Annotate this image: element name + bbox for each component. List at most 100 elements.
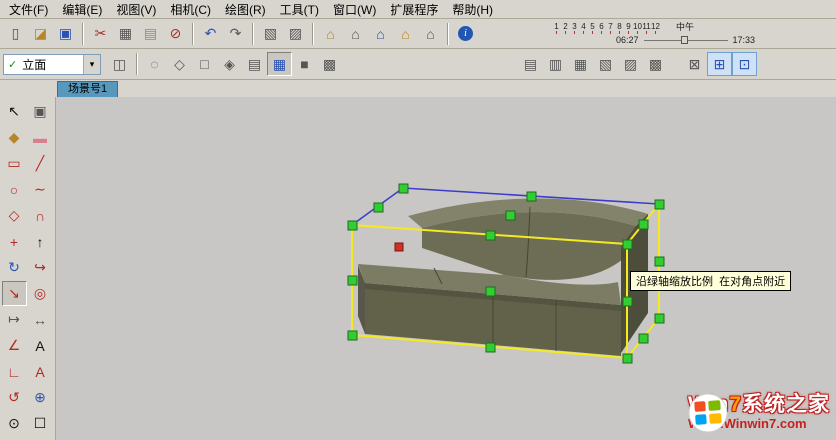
house-3-button[interactable]: ⌂ [368, 22, 393, 46]
scale-handle[interactable] [639, 334, 648, 343]
date-slider[interactable]: 1 2 3 4 5 6 7 8 9 10 11 12 中午 [552, 22, 794, 34]
style-monochrome-button[interactable]: ■ [292, 52, 317, 76]
house-4-button[interactable]: ⌂ [393, 22, 418, 46]
style-shaded-textures-button[interactable]: ▦ [267, 52, 292, 76]
view-2-button[interactable]: ⊞ [707, 52, 732, 76]
tool-circle[interactable]: ○ [2, 177, 27, 202]
menu-view[interactable]: 视图(V) [109, 0, 163, 20]
scale-handle[interactable] [655, 314, 664, 323]
tool-move[interactable]: + [2, 229, 27, 254]
model-box-2-button[interactable]: ▨ [283, 22, 308, 46]
house-2-button[interactable]: ⌂ [343, 22, 368, 46]
tool-scale[interactable]: ↘ [2, 281, 27, 306]
display-6-button[interactable]: ▩ [643, 52, 668, 76]
scale-handle[interactable] [348, 331, 357, 340]
tool-follow-me[interactable]: ↪ [28, 255, 53, 280]
cut-button[interactable]: ✂ [88, 22, 113, 46]
scale-handle[interactable] [348, 276, 357, 285]
sofa-model[interactable] [358, 198, 648, 356]
redo-button[interactable]: ↷ [223, 22, 248, 46]
tool-pan[interactable]: ⊕ [28, 385, 53, 410]
view-3-button[interactable]: ⊡ [732, 52, 757, 76]
freehand-icon: ∼ [34, 181, 46, 198]
toolbar-separator [136, 53, 138, 75]
new-button[interactable]: ▯ [3, 22, 28, 46]
style-extra-button[interactable]: ▩ [317, 52, 342, 76]
style-wireframe-button[interactable]: □ [192, 52, 217, 76]
tool-eraser[interactable]: ▬ [28, 125, 53, 150]
scale-handle[interactable] [399, 184, 408, 193]
time-slider[interactable] [644, 40, 728, 41]
delete-button[interactable]: ⊘ [163, 22, 188, 46]
style-hidden-line-button[interactable]: ◈ [217, 52, 242, 76]
eraser-icon: ▬ [33, 130, 47, 146]
menu-tools[interactable]: 工具(T) [273, 0, 326, 20]
view-1-button[interactable]: ⊠ [682, 52, 707, 76]
tool-offset[interactable]: ◎ [28, 281, 53, 306]
tool-protractor[interactable]: ∠ [2, 333, 27, 358]
scale-handle[interactable] [374, 203, 383, 212]
display-5-button[interactable]: ▨ [618, 52, 643, 76]
tool-3d-text[interactable]: A [28, 359, 53, 384]
scale-handle[interactable] [506, 211, 515, 220]
scale-handle[interactable] [527, 192, 536, 201]
tool-axes[interactable]: ∟ [2, 359, 27, 384]
display-3-button[interactable]: ▦ [568, 52, 593, 76]
scale-handle[interactable] [623, 240, 632, 249]
menu-camera[interactable]: 相机(C) [163, 0, 218, 20]
paste-button[interactable]: ▤ [138, 22, 163, 46]
menu-extensions[interactable]: 扩展程序 [383, 0, 445, 20]
tool-orbit[interactable]: ↺ [2, 385, 27, 410]
tool-text[interactable]: A [28, 333, 53, 358]
scale-handle[interactable] [623, 297, 632, 306]
display-1-button[interactable]: ▤ [518, 52, 543, 76]
tool-dimension[interactable]: ↔ [28, 307, 53, 332]
tool-select[interactable]: ↖ [2, 99, 27, 124]
scale-handle[interactable] [486, 231, 495, 240]
model-box-1-button[interactable]: ▧ [258, 22, 283, 46]
copy-button[interactable]: ▦ [113, 22, 138, 46]
house-5-button[interactable]: ⌂ [418, 22, 443, 46]
open-button[interactable]: ◪ [28, 22, 53, 46]
tool-line[interactable]: ╱ [28, 151, 53, 176]
tool-zoom[interactable]: ⊙ [2, 411, 27, 436]
tool-zoom-extents[interactable]: ☐ [28, 411, 53, 436]
scale-handle[interactable] [655, 257, 664, 266]
menu-edit[interactable]: 编辑(E) [55, 0, 109, 20]
tool-polygon[interactable]: ◇ [2, 203, 27, 228]
scale-handle[interactable] [655, 200, 664, 209]
menu-draw[interactable]: 绘图(R) [218, 0, 273, 20]
tool-rotate[interactable]: ↻ [2, 255, 27, 280]
tool-push-pull[interactable]: ↑ [28, 229, 53, 254]
menu-file[interactable]: 文件(F) [2, 0, 55, 20]
display-4-button[interactable]: ▧ [593, 52, 618, 76]
menu-help[interactable]: 帮助(H) [445, 0, 500, 20]
warehouse-button[interactable]: ⌂ [318, 22, 343, 46]
time-slider-handle[interactable] [681, 36, 688, 44]
style-xray-button[interactable]: ◌ [142, 52, 167, 76]
tool-rectangle[interactable]: ▭ [2, 151, 27, 176]
scale-handle[interactable] [486, 343, 495, 352]
save-button[interactable]: ▣ [53, 22, 78, 46]
undo-button[interactable]: ↶ [198, 22, 223, 46]
style-shaded-button[interactable]: ▤ [242, 52, 267, 76]
tool-arc[interactable]: ∩ [28, 203, 53, 228]
scale-handle[interactable] [639, 220, 648, 229]
tool-freehand[interactable]: ∼ [28, 177, 53, 202]
view-dropdown[interactable]: ✓ 立面 ▾ [3, 54, 101, 75]
scale-handle[interactable] [623, 354, 632, 363]
style-back-edges-button[interactable]: ◇ [167, 52, 192, 76]
scale-handle[interactable] [348, 221, 357, 230]
tool-paint-bucket[interactable]: ◆ [2, 125, 27, 150]
tool-make-component[interactable]: ▣ [28, 99, 53, 124]
info-button[interactable]: i [453, 22, 478, 46]
scale-handle[interactable] [486, 287, 495, 296]
display-2-button[interactable]: ▥ [543, 52, 568, 76]
section-plane-button[interactable]: ◫ [107, 52, 132, 76]
chevron-down-icon[interactable]: ▾ [83, 55, 100, 74]
drawing-canvas[interactable]: 沿绿轴缩放比例 在对角点附近 Win7系统之家 Www.Winwin7.com [56, 97, 836, 440]
tool-tape-measure[interactable]: ↦ [2, 307, 27, 332]
follow-me-icon: ↪ [34, 259, 46, 276]
menu-window[interactable]: 窗口(W) [326, 0, 383, 20]
scene-tab[interactable]: 场景号1 [57, 81, 118, 97]
